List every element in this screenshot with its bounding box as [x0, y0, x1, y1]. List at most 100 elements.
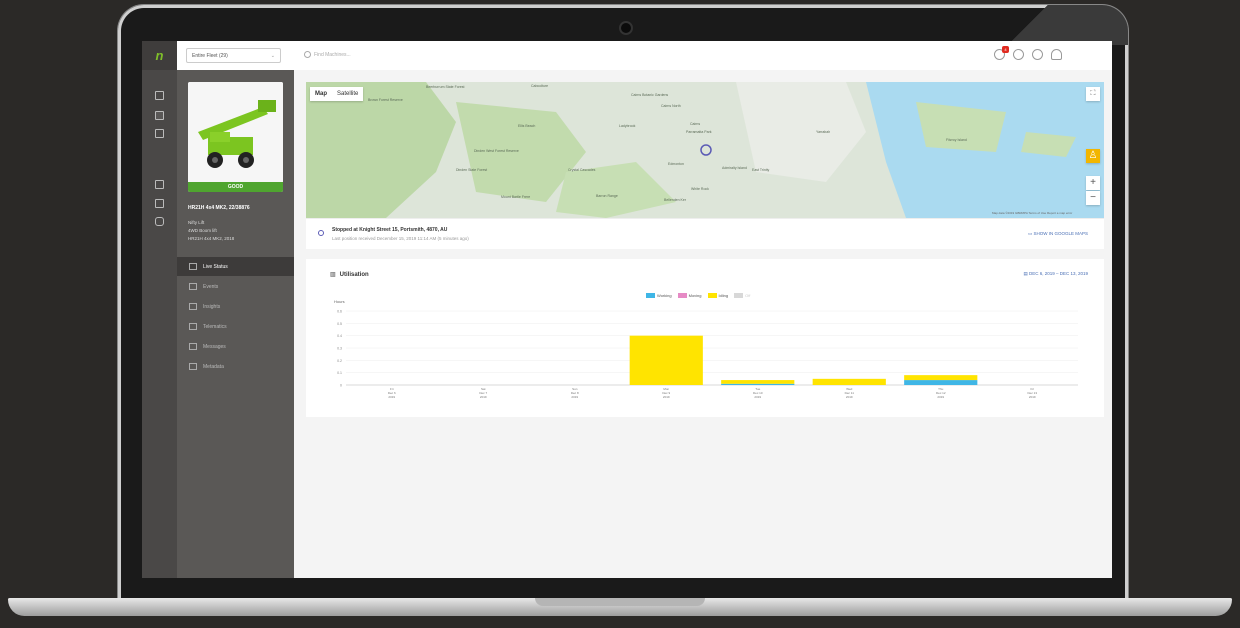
fleet-select-value: Entire Fleet (29) [192, 53, 228, 59]
edit-icon [189, 363, 197, 370]
bell-icon[interactable]: 4 [994, 46, 1009, 60]
y-axis-label: Hours [334, 299, 345, 304]
map-label: Mount Bartle Frere [501, 195, 531, 199]
tab-satellite[interactable]: Satellite [332, 87, 363, 101]
user-icon[interactable] [1051, 49, 1062, 60]
nav-events[interactable]: Events [177, 277, 294, 296]
webcam [619, 21, 633, 35]
y-tick-label: 0 [340, 384, 342, 388]
bar-working [721, 383, 795, 385]
x-tick-label: 2019 [480, 395, 487, 399]
bezel-glare [928, 5, 1128, 45]
map-icon[interactable] [155, 129, 164, 138]
machine-panel: GOOD HR21H 4x4 MK2, 22/38876 Nifty Lift … [177, 70, 294, 578]
x-tick-label: 2019 [754, 395, 761, 399]
map-label: Yarrabah [816, 130, 831, 134]
y-tick-label: 0.6 [337, 310, 342, 314]
fleet-select[interactable]: Entire Fleet (29) ⌄ [186, 48, 281, 63]
nav-live-status[interactable]: Live Status [177, 257, 294, 276]
location-bar: Stopped at Knight Street 15, Portsmith, … [306, 218, 1104, 249]
zoom-out-button[interactable]: − [1086, 191, 1100, 205]
nav-label: Live Status [203, 263, 228, 270]
status-badge: GOOD [188, 182, 283, 192]
map-label: Dinden State Forest [456, 168, 488, 172]
nav-insights[interactable]: Insights [177, 297, 294, 316]
show-google-maps-label: SHOW IN GOOGLE MAPS [1033, 231, 1088, 236]
insights-icon [189, 303, 197, 310]
icon-rail [142, 70, 177, 578]
y-tick-label: 0.1 [337, 371, 342, 375]
nav-telematics[interactable]: Telematics [177, 317, 294, 336]
search-placeholder: Find Machines... [314, 51, 351, 58]
search-icon [304, 51, 311, 58]
utilisation-chart: Hours00.10.20.30.40.50.6FriDec 62019SatD… [334, 299, 1078, 399]
nav-label: Events [203, 283, 219, 290]
x-tick-label: 2019 [846, 395, 853, 399]
bar-idling [904, 375, 978, 381]
x-tick-label: 2019 [571, 395, 578, 399]
map-label: Bellenden Ker [664, 198, 686, 202]
main-content: Map Satellite Brown Forest Reserve Beerb… [294, 70, 1112, 578]
chart-icon [189, 263, 197, 270]
top-bar: n Entire Fleet (29) ⌄ Find Machines... 4 [142, 41, 1112, 71]
notification-badge: 4 [1002, 46, 1009, 53]
nav-label: Metadata [203, 363, 224, 370]
location-pin-icon [318, 230, 324, 236]
map-terrain [306, 82, 1104, 218]
list-icon[interactable] [155, 111, 164, 120]
fullscreen-button[interactable]: ⛶ [1086, 87, 1100, 101]
y-tick-label: 0.3 [337, 347, 342, 351]
location-map[interactable]: Map Satellite Brown Forest Reserve Beerb… [306, 82, 1104, 218]
zoom-in-button[interactable]: + [1086, 176, 1100, 190]
utilisation-card: ▥ Utilisation ▤ DEC 6, 2019 – DEC 13, 201… [306, 259, 1104, 417]
x-tick-label: 2019 [663, 395, 670, 399]
home-icon[interactable] [155, 91, 164, 100]
signal-icon [189, 323, 197, 330]
nav-label: Telematics [203, 323, 227, 330]
map-label: Crystal Cascades [568, 168, 596, 172]
nav-messages[interactable]: Messages [177, 337, 294, 356]
x-tick-label: 2019 [937, 395, 944, 399]
map-label: East Trinity [752, 168, 770, 172]
map-type-tabs: Map Satellite [310, 87, 364, 101]
chevron-down-icon: ⌄ [270, 53, 275, 59]
nav-metadata[interactable]: Metadata [177, 357, 294, 376]
globe-icon[interactable] [1032, 49, 1043, 60]
machine-photo: GOOD [188, 82, 283, 192]
map-label: Edmonton [668, 162, 684, 166]
map-label: Cairns [690, 122, 701, 126]
map-attribution: Map data ©2019 GBRMPA Terms of Use Repor… [992, 211, 1073, 215]
y-tick-label: 0.2 [337, 359, 342, 363]
bar-idling [629, 335, 703, 385]
map-label: Parramatta Park [686, 130, 712, 134]
map-label: Fitzroy Island [946, 138, 967, 142]
box-icon[interactable] [155, 180, 164, 189]
nav-label: Insights [203, 303, 221, 310]
message-icon [189, 343, 197, 350]
map-label: Cairns Botanic Gardens [631, 93, 669, 97]
tab-map[interactable]: Map [310, 87, 332, 101]
nav-label: Messages [203, 343, 226, 350]
document-icon[interactable] [155, 199, 164, 208]
top-icons: 4 [994, 46, 1062, 60]
map-label: Brown Forest Reserve [368, 98, 403, 102]
map-label: Ellis Beach [518, 124, 536, 128]
app-screen: n Entire Fleet (29) ⌄ Find Machines... 4 [142, 41, 1112, 578]
brand-logo[interactable]: n [142, 41, 177, 70]
map-label: White Rock [691, 187, 709, 191]
chat-icon[interactable] [1013, 49, 1024, 60]
map-label: Barron Range [596, 194, 618, 198]
search-input[interactable]: Find Machines... [304, 51, 351, 58]
machine-brand: Nifty Lift [188, 220, 205, 225]
map-label: Ladybrook [619, 124, 636, 128]
location-timestamp: Last position received December 15, 2019… [332, 236, 469, 241]
machine-title: HR21H 4x4 MK2, 22/38876 [188, 205, 250, 211]
machine-model: HR21H 4x4 MK2, 2018 [188, 236, 235, 241]
device-icon[interactable] [155, 217, 164, 226]
show-google-maps-link[interactable]: ▭ SHOW IN GOOGLE MAPS [1028, 231, 1088, 237]
map-label: Cairns North [661, 104, 681, 108]
laptop-notch [535, 598, 705, 606]
streetview-icon[interactable]: ♙ [1086, 149, 1100, 163]
map-label: Beerburrum State Forest [426, 85, 465, 89]
x-tick-label: 2019 [388, 395, 395, 399]
